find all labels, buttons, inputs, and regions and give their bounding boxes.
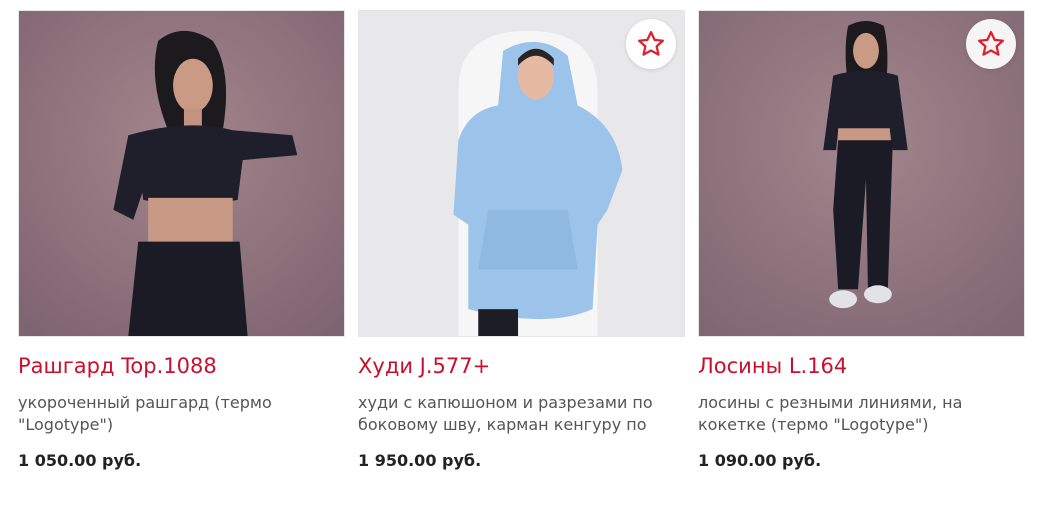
product-price: 1 090.00 руб. <box>698 451 822 470</box>
product-card: Лосины L.164 лосины с резными линиями, н… <box>698 10 1025 490</box>
product-description: укороченный рашгард (термо "Logotype") <box>18 393 272 434</box>
product-grid: Рашгард Top.1088 укороченный рашгард (те… <box>0 0 1044 505</box>
star-outline-icon <box>636 29 666 59</box>
product-image[interactable] <box>358 10 685 337</box>
favorite-button[interactable] <box>626 19 676 69</box>
product-title[interactable]: Худи J.577+ <box>358 352 490 380</box>
product-card: Рашгард Top.1088 укороченный рашгард (те… <box>18 10 345 490</box>
product-card: Худи J.577+ худи с капюшоном и разрезами… <box>358 10 685 490</box>
product-price: 1 050.00 руб. <box>18 451 142 470</box>
star-outline-icon <box>976 29 1006 59</box>
product-image[interactable] <box>18 10 345 337</box>
product-title[interactable]: Рашгард Top.1088 <box>18 352 217 380</box>
product-price: 1 950.00 руб. <box>358 451 482 470</box>
product-description: лосины с резными линиями, на кокетке (те… <box>698 393 963 434</box>
product-description: худи с капюшоном и разрезами по боковому… <box>358 393 653 434</box>
favorite-button[interactable] <box>966 19 1016 69</box>
product-image[interactable] <box>698 10 1025 337</box>
product-title[interactable]: Лосины L.164 <box>698 352 847 380</box>
